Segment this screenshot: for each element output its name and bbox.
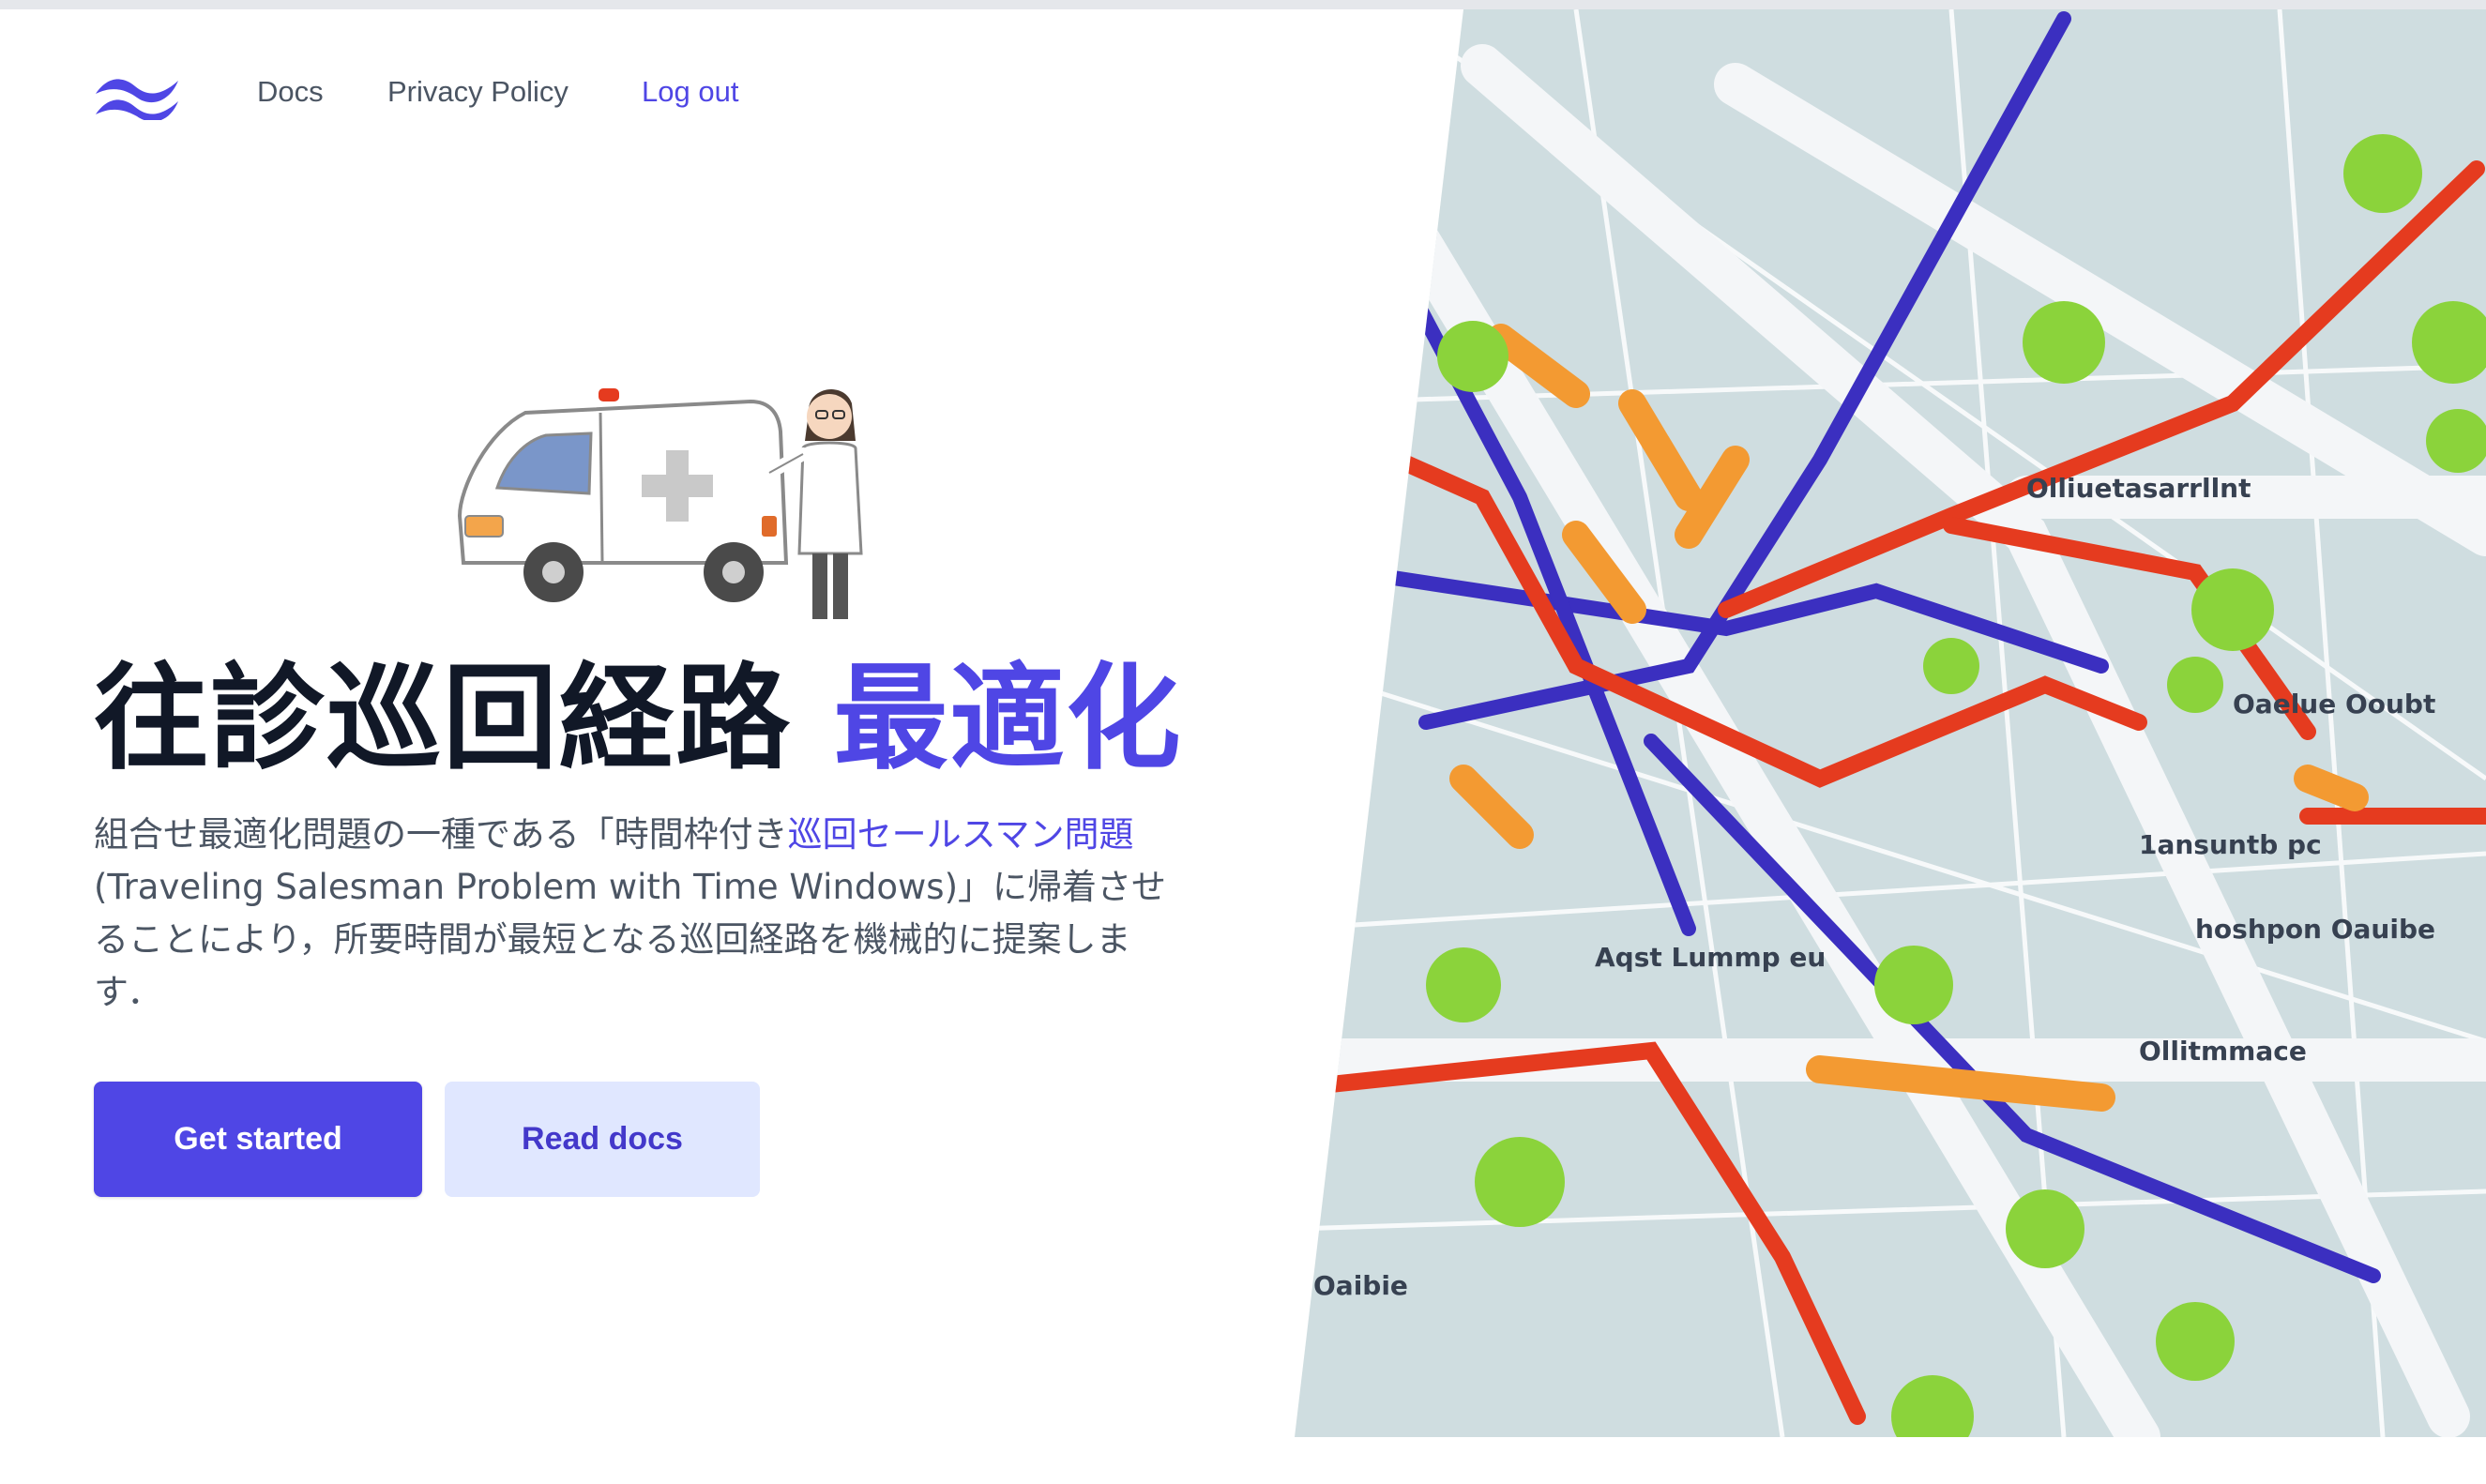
map-label: Aqst Lummp eu (1595, 942, 1826, 973)
route-map-image: Olliuetasarrllnt Oaelue Ooubt 1ansuntb p… (1295, 9, 2486, 1437)
title-accent: 最適化 (833, 652, 1183, 785)
description-before: 組合せ最適化問題の一種である「時間枠付き (94, 814, 788, 855)
read-docs-button[interactable]: Read docs (445, 1082, 760, 1197)
get-started-button[interactable]: Get started (94, 1082, 422, 1197)
title-main: 往診巡回経路 (94, 652, 792, 785)
description-highlight: 巡回セールスマン問題 (787, 814, 1134, 855)
map-label: hoshpon Oauibe (2195, 914, 2435, 945)
top-border (0, 0, 2486, 9)
page-title: 往診巡回経路 最適化 (94, 647, 1182, 790)
nav-logout-link[interactable]: Log out (642, 75, 738, 109)
description-after: (Traveling Salesman Problem with Time Wi… (94, 867, 1167, 1012)
map-label: Ollitmmace (2139, 1036, 2307, 1067)
tailwind-wave-logo[interactable] (94, 68, 180, 120)
hero-description: 組合せ最適化問題の一種である「時間枠付き巡回セールスマン問題 (Traveling… (94, 809, 1182, 1019)
map-label: Olliuetasarrllnt (2026, 473, 2251, 504)
map-label: Oaelue Ooubt (2233, 689, 2435, 719)
ambulance-doctor-illustration (457, 388, 863, 619)
nav-privacy-policy-link[interactable]: Privacy Policy (387, 75, 568, 109)
nav-docs-link[interactable]: Docs (257, 75, 324, 109)
map-label: Oaibie (1313, 1270, 1408, 1301)
map-label: 1ansuntb pc (2139, 829, 2322, 860)
